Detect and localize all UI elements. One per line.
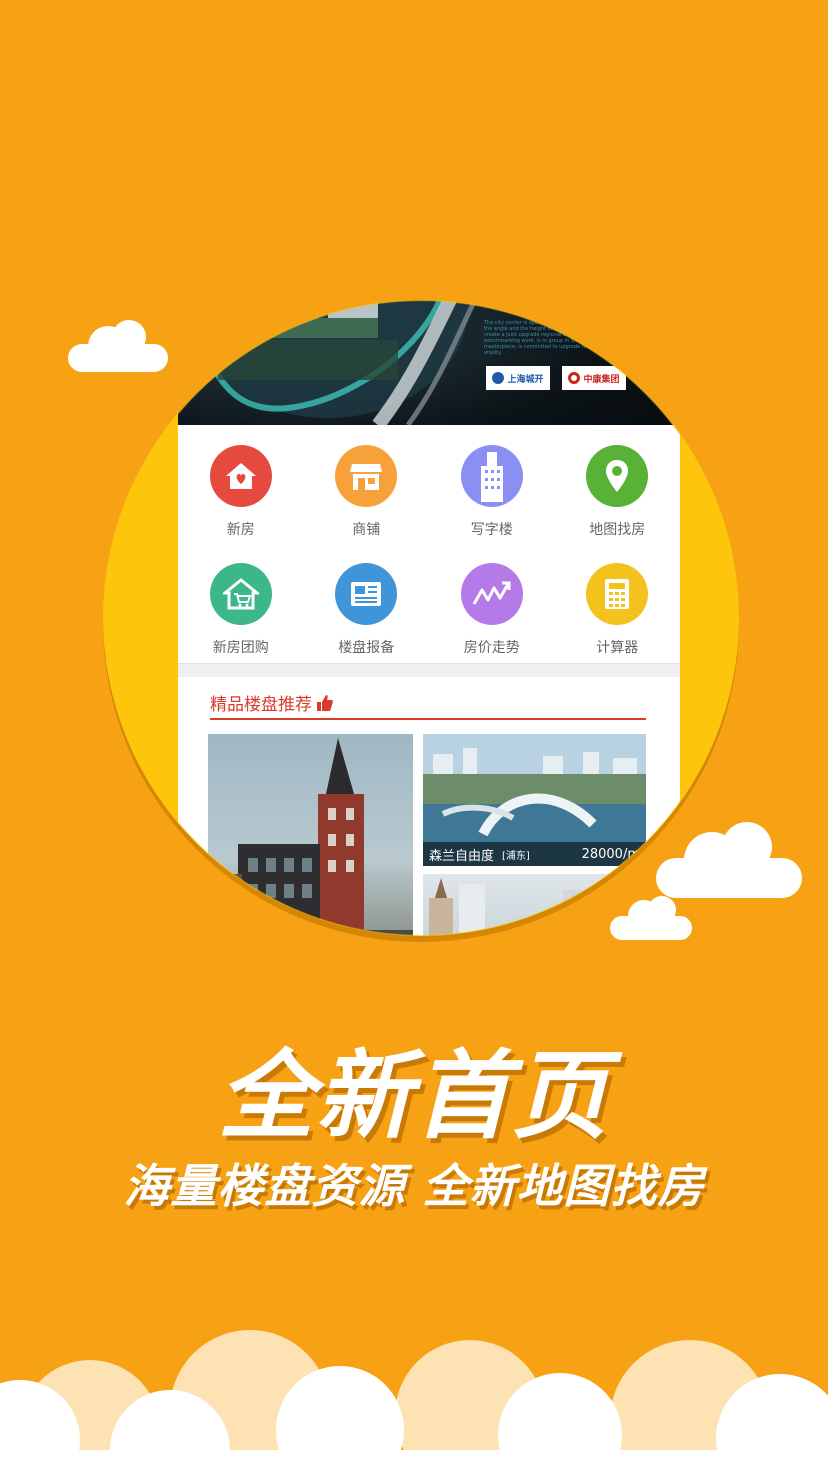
house-cart-icon [209, 563, 272, 625]
banner-title: 上海城开Center [484, 252, 604, 281]
banner-logo-chengkai: 上海城开 [486, 366, 550, 390]
carrier-label: ●●●●● 中国联通 [186, 174, 317, 193]
recommend-title-text: 精品楼盘推荐 [210, 695, 312, 715]
shop-icon [335, 445, 398, 507]
chevron-down-icon [283, 221, 296, 229]
listing-district: [浦东] [502, 850, 530, 862]
recommend-section-title: 精品楼盘推荐 [210, 690, 334, 715]
banner-description: The city center is open in group and Sha… [484, 320, 644, 356]
calculator-icon [586, 563, 649, 625]
grid-label: 商铺 [352, 522, 381, 538]
status-bar: ●●●●● 中国联通 上午9:52 27% [178, 168, 680, 198]
logo-swirl-icon [492, 372, 505, 384]
logo2-text: 中康集团 [583, 374, 620, 385]
alarm-icon [585, 177, 598, 190]
grid-label: 新房 [226, 522, 255, 538]
search-icon [337, 213, 361, 237]
listing-photo-tower[interactable] [423, 874, 646, 940]
search-bar[interactable]: 楼盘 输入搜索内容 [216, 206, 636, 244]
search-input[interactable]: 输入搜索内容 [320, 212, 636, 238]
grid-item-report[interactable]: 楼盘报备 [304, 543, 430, 661]
bottom-clouds [0, 1330, 828, 1472]
logo-c-icon [568, 372, 581, 384]
search-category-label: 楼盘 [238, 215, 277, 238]
map-pin-icon [586, 445, 649, 507]
grid-label: 房价走势 [463, 640, 520, 656]
listing-card-senlan[interactable]: 森兰自由度 [浦东] 28000/m [423, 734, 646, 866]
office-building-icon [460, 445, 523, 507]
subheadline: 海量楼盘资源 全新地图找房 [123, 1159, 705, 1213]
grid-label: 写字楼 [470, 522, 513, 538]
grid-item-calculator[interactable]: 计算器 [555, 543, 681, 661]
grid-label: 计算器 [596, 640, 639, 656]
category-grid: 新房 商铺 写字楼 地图找房 新房团购 楼盘报备 房价走势 计算器 [178, 425, 680, 661]
recommend-underline [210, 718, 646, 720]
tower-illustration [429, 878, 603, 940]
logo1-text: 上海城开 [507, 374, 544, 385]
banner-logo-zhongkang: 中康集团 [562, 366, 626, 390]
phone-screen: 上海城开Center 掌控商业中心 The city center is ope… [178, 168, 680, 940]
grid-item-map-search[interactable]: 地图找房 [555, 425, 681, 543]
grid-item-group-buy[interactable]: 新房团购 [178, 543, 304, 661]
cloud-left [68, 320, 168, 372]
listing-name: 森兰自由度 [429, 848, 495, 864]
listing-price: 28000/m [581, 846, 640, 862]
grid-label: 楼盘报备 [338, 640, 395, 656]
banner-title-text: 上海城开 [484, 256, 564, 280]
trend-chart-icon [460, 563, 523, 625]
top-banner[interactable]: 上海城开Center 掌控商业中心 The city center is ope… [178, 168, 680, 425]
listing-caption: 森兰自由度 [浦东] 28000/m [423, 842, 646, 866]
thumbs-up-icon [317, 694, 333, 711]
headline: 全新首页 [218, 1040, 610, 1152]
brick-building-illustration [208, 738, 413, 940]
grid-item-shop[interactable]: 商铺 [304, 425, 430, 543]
banner-title-suffix: Center [564, 264, 605, 278]
battery-percent: 27% [603, 174, 637, 192]
grid-label: 新房团购 [212, 640, 269, 656]
grid-item-price-trend[interactable]: 房价走势 [429, 543, 555, 661]
battery-icon [642, 176, 675, 190]
grid-label: 地图找房 [589, 522, 646, 538]
search-category-dropdown[interactable]: 楼盘 [216, 206, 320, 244]
banner-subtitle: 掌控商业中心 [484, 286, 610, 310]
grid-item-new-house[interactable]: 新房 [178, 425, 304, 543]
house-heart-icon [209, 445, 272, 507]
newspaper-icon [335, 563, 398, 625]
wifi-icon [322, 177, 338, 189]
listing-photo-brick-building[interactable] [208, 734, 413, 940]
section-divider [178, 663, 680, 677]
grid-item-office[interactable]: 写字楼 [429, 425, 555, 543]
search-placeholder: 输入搜索内容 [372, 216, 480, 237]
